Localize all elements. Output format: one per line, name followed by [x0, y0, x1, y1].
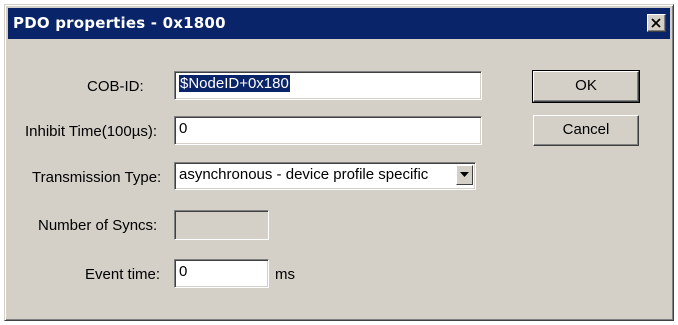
- transmission-type-value: asynchronous - device profile specific: [179, 166, 429, 183]
- transmission-type-select[interactable]: asynchronous - device profile specific: [174, 162, 476, 190]
- event-time-input[interactable]: 0: [174, 259, 269, 288]
- inhibit-time-input[interactable]: 0: [174, 116, 482, 145]
- cob-id-input[interactable]: $NodeID+0x180: [174, 71, 482, 100]
- cob-id-value: $NodeID+0x180: [179, 75, 290, 92]
- dropdown-button[interactable]: [456, 165, 473, 185]
- inhibit-time-value: 0: [179, 120, 188, 137]
- event-time-unit: ms: [275, 266, 295, 283]
- cob-id-label: COB-ID:: [87, 78, 144, 95]
- event-time-value: 0: [179, 263, 188, 280]
- transmission-type-label: Transmission Type:: [32, 169, 162, 186]
- cancel-button[interactable]: Cancel: [533, 115, 639, 146]
- event-time-label: Event time:: [85, 266, 161, 283]
- inhibit-time-label: Inhibit Time(100µs):: [25, 123, 158, 140]
- pdo-properties-dialog: PDO properties - 0x1800 COB-ID: $NodeID+…: [4, 4, 674, 321]
- window-title: PDO properties - 0x1800: [13, 14, 226, 32]
- chevron-down-icon: [460, 172, 469, 177]
- ok-button[interactable]: OK: [532, 70, 640, 103]
- close-icon: [651, 18, 661, 28]
- number-of-syncs-input: [174, 210, 269, 240]
- number-of-syncs-label: Number of Syncs:: [38, 217, 158, 234]
- title-bar[interactable]: PDO properties - 0x1800: [8, 8, 670, 39]
- close-button[interactable]: [647, 14, 666, 32]
